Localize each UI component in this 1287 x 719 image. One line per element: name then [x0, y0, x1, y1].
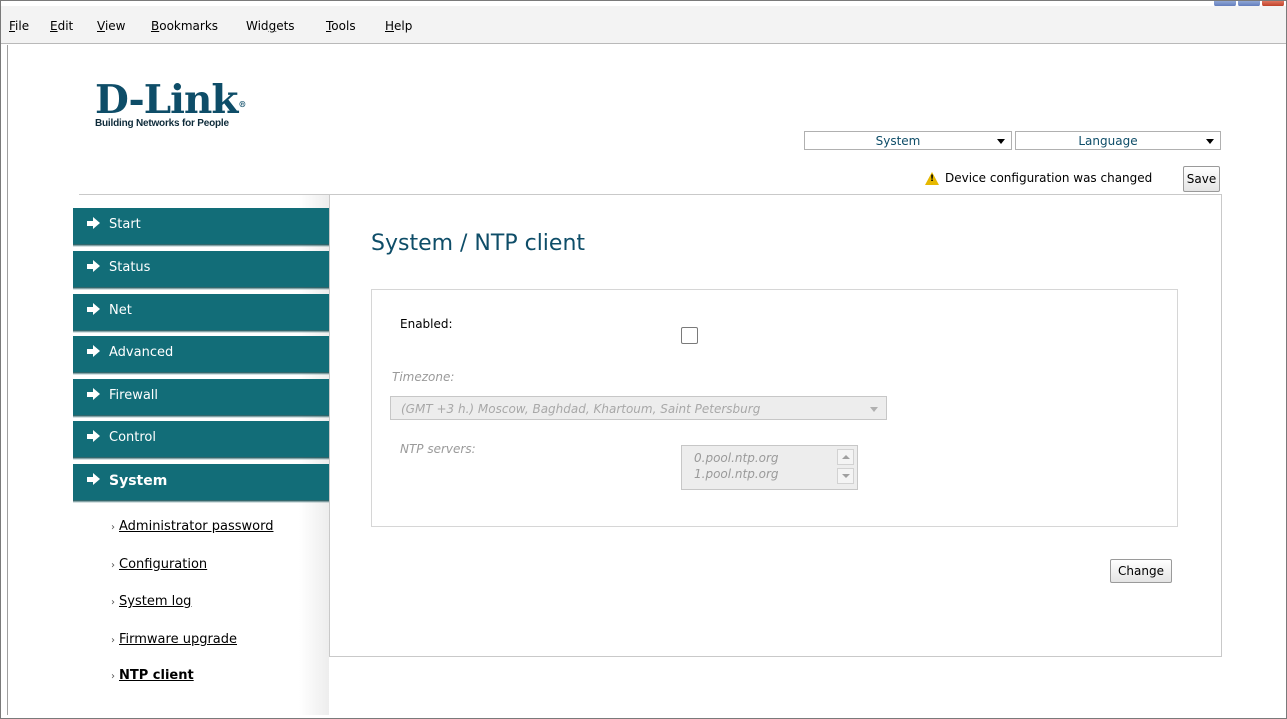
arrow-right-icon	[87, 303, 100, 316]
logo-mark: D-Link	[95, 77, 238, 123]
config-changed-notice: ! Device configuration was changed	[925, 171, 1152, 185]
dlink-logo: D-Link® Building Networks for People	[95, 77, 246, 130]
system-select[interactable]: System	[804, 131, 1012, 150]
language-select-value: Language	[1078, 134, 1138, 148]
sidebar-item-system[interactable]: System	[73, 464, 329, 503]
page-viewport: D-Link® Building Networks for People Sys…	[7, 45, 1283, 715]
chevron-down-icon	[870, 407, 878, 412]
save-button[interactable]: Save	[1183, 166, 1220, 192]
system-select-value: System	[875, 134, 921, 148]
list-item: 1.pool.ntp.org	[694, 467, 779, 481]
arrow-right-icon	[87, 217, 100, 230]
ntp-settings-form: Enabled: Timezone: (GMT +3 h.) Moscow, B…	[371, 289, 1178, 527]
sidebar-item-status[interactable]: Status	[73, 251, 329, 290]
timezone-select[interactable]: (GMT +3 h.) Moscow, Baghdad, Khartoum, S…	[390, 396, 887, 420]
list-item: 0.pool.ntp.org	[694, 451, 779, 465]
subitem-configuration[interactable]: › Configuration	[111, 557, 207, 572]
timezone-value: (GMT +3 h.) Moscow, Baghdad, Khartoum, S…	[401, 402, 761, 416]
change-button[interactable]: Change	[1110, 559, 1172, 583]
arrow-right-icon	[87, 430, 100, 443]
warning-icon: !	[925, 171, 939, 185]
scroll-up-icon[interactable]	[837, 449, 854, 465]
sidebar-item-advanced[interactable]: Advanced	[73, 336, 329, 375]
scroll-down-icon[interactable]	[837, 468, 854, 484]
ntp-servers-label: NTP servers:	[400, 442, 476, 456]
subitem-ntp-client[interactable]: › NTP client	[111, 668, 194, 683]
subitem-administrator-password[interactable]: › Administrator password	[111, 519, 273, 534]
timezone-label: Timezone:	[392, 370, 455, 384]
menu-edit[interactable]: Edit	[50, 19, 73, 33]
browser-window: File Edit View Bookmarks Widgets Tools H…	[0, 0, 1287, 719]
arrow-right-icon	[87, 388, 100, 401]
menu-tools[interactable]: Tools	[326, 19, 356, 33]
menu-bookmarks[interactable]: Bookmarks	[151, 19, 218, 33]
sidebar-item-firewall[interactable]: Firewall	[73, 379, 329, 418]
arrow-right-icon	[87, 473, 100, 486]
menu-help[interactable]: Help	[385, 19, 412, 33]
language-select[interactable]: Language	[1015, 131, 1221, 150]
enabled-label: Enabled:	[400, 317, 453, 331]
subitem-system-log[interactable]: › System log	[111, 594, 191, 609]
menu-file[interactable]: File	[9, 19, 29, 33]
notice-text: Device configuration was changed	[945, 171, 1153, 185]
chevron-down-icon	[997, 139, 1005, 144]
chevron-down-icon	[1206, 139, 1214, 144]
scrollbar[interactable]	[837, 449, 854, 486]
enabled-checkbox[interactable]	[681, 327, 698, 344]
arrow-right-icon	[87, 345, 100, 358]
logo-tagline: Building Networks for People	[95, 118, 229, 129]
arrow-right-icon	[87, 260, 100, 273]
sidebar-item-control[interactable]: Control	[73, 421, 329, 460]
menu-bar: File Edit View Bookmarks Widgets Tools H…	[1, 6, 1286, 44]
ntp-servers-list[interactable]: 0.pool.ntp.org 1.pool.ntp.org	[681, 445, 858, 490]
sidebar-item-net[interactable]: Net	[73, 294, 329, 333]
menu-view[interactable]: View	[97, 19, 125, 33]
page-title: System / NTP client	[371, 231, 586, 256]
menu-widgets[interactable]: Widgets	[246, 19, 295, 33]
sidebar-item-start[interactable]: Start	[73, 208, 329, 247]
subitem-firmware-upgrade[interactable]: › Firmware upgrade	[111, 632, 237, 647]
